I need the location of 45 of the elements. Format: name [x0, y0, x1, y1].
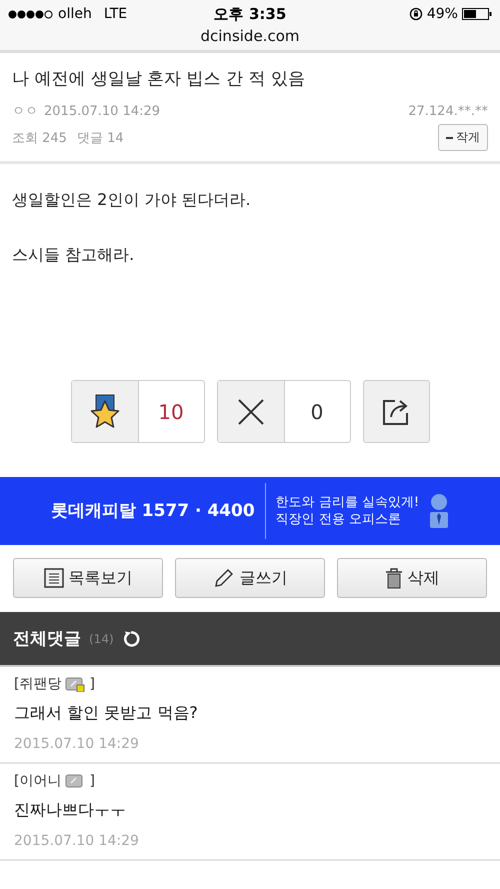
rotation-lock-icon: [408, 7, 423, 21]
comment-author: [쥐팬당: [14, 675, 62, 693]
comments-count: (14): [89, 632, 114, 646]
pencil-icon: [212, 567, 234, 589]
address-bar[interactable]: dcinside.com: [0, 25, 500, 45]
recommend-button[interactable]: 10: [70, 380, 204, 443]
write-button[interactable]: 글쓰기: [175, 558, 325, 598]
delete-button[interactable]: 삭제: [337, 558, 487, 598]
comment-text: 진짜나쁘다ㅜㅜ: [14, 800, 127, 821]
battery-percent: 49%: [426, 6, 458, 22]
ad-headline: 롯데캐피탈 1577 · 4400: [50, 483, 266, 539]
share-button[interactable]: [362, 380, 430, 443]
comment-author: [이어니: [14, 772, 62, 790]
shrink-text-button[interactable]: 작게: [438, 124, 488, 151]
clock: 오후 3:35: [214, 4, 286, 24]
oppose-count: 0: [310, 398, 324, 426]
comment-text: 그래서 할인 못받고 먹음?: [14, 703, 199, 724]
comment-count: 댓글 14: [76, 130, 125, 146]
signal-icon: [8, 10, 54, 18]
comment-date: 2015.07.10 14:29: [14, 833, 140, 849]
post-paragraph: 생일할인은 2인이 가야 된다더라.: [12, 190, 252, 211]
ad-banner[interactable]: 롯데캐피탈 1577 · 4400 한도와 금리를 실속있게! 직장인 전용 오피스론: [0, 477, 500, 545]
post-title: 나 예전에 생일날 혼자 빕스 간 적 있음: [12, 68, 306, 90]
ad-text: 직장인 전용 오피스론: [276, 511, 402, 528]
post-paragraph: 스시들 참고해라.: [12, 245, 136, 266]
ad-text: 한도와 금리를 실속있게!: [276, 494, 420, 511]
comment-date: 2015.07.10 14:29: [14, 736, 140, 752]
oppose-button[interactable]: 0: [216, 380, 350, 443]
post-date: 2015.07.10 14:29: [44, 104, 162, 118]
list-button[interactable]: 목록보기: [13, 558, 163, 598]
recommend-count: 10: [157, 398, 185, 426]
view-count: 조회 245: [12, 130, 67, 146]
battery-icon: [462, 8, 492, 20]
post-author: ㅇㅇ: [12, 103, 38, 120]
trash-icon: [384, 567, 402, 589]
refresh-icon[interactable]: [122, 630, 140, 648]
carrier-name: olleh: [58, 6, 92, 22]
comment-author-bracket: ]: [89, 773, 95, 789]
person-icon: [429, 494, 450, 528]
network-type: LTE: [104, 6, 128, 22]
close-icon: [238, 398, 264, 424]
ip-address: 27.124.**.**: [408, 104, 488, 118]
comment-author-bracket: ]: [89, 676, 95, 692]
comments-title: 전체댓글: [13, 628, 81, 650]
list-icon: [44, 568, 64, 588]
